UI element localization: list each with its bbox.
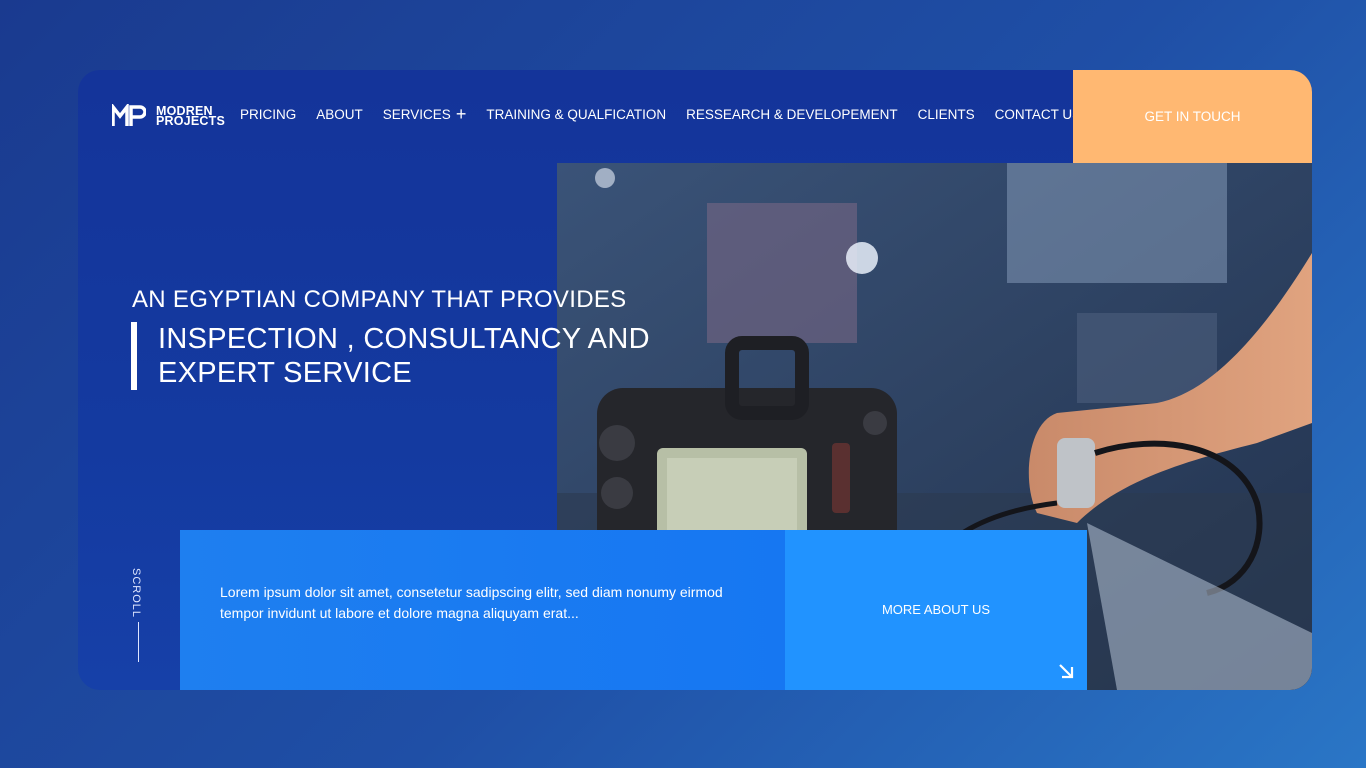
more-about-us-button[interactable]: MORE ABOUT US — [785, 530, 1087, 690]
nav-services-label: SERVICES — [382, 106, 451, 122]
logo-mark-icon — [112, 104, 146, 126]
nav-about-label: ABOUT — [316, 106, 363, 122]
hero-title: INSPECTION , CONSULTANCY AND EXPERT SERV… — [131, 322, 650, 390]
logo-line2: PROJECTS — [156, 114, 225, 128]
more-about-us-label: MORE ABOUT US — [881, 601, 991, 617]
nav-research-label: RESSEARCH & DEVELOPEMENT — [686, 106, 898, 122]
hero-subtitle: AN EGYPTIAN COMPANY THAT PROVIDES — [132, 286, 627, 313]
get-in-touch-label: GET IN TOUCH — [1144, 109, 1241, 124]
hero-title-line1: INSPECTION , CONSULTANCY AND — [158, 323, 650, 355]
nav-services[interactable]: SERVICES + — [382, 104, 467, 124]
nav-research[interactable]: RESSEARCH & DEVELOPEMENT — [686, 107, 898, 122]
nav-clients[interactable]: CLIENTS — [918, 107, 975, 122]
hero-title-line2: EXPERT SERVICE — [158, 357, 413, 389]
nav-pricing-label: PRICING — [240, 106, 297, 122]
intro-panel: Lorem ipsum dolor sit amet, consetetur s… — [180, 530, 785, 690]
nav-training[interactable]: TRAINING & QUALFICATION — [486, 107, 666, 122]
scroll-indicator[interactable]: SCROLL — [130, 568, 142, 618]
logo[interactable]: MODREN PROJECTS — [112, 104, 225, 128]
nav-contact[interactable]: CONTACT US — [995, 107, 1082, 122]
intro-text: Lorem ipsum dolor sit amet, consetetur s… — [220, 584, 723, 621]
nav-contact-label: CONTACT US — [994, 106, 1082, 122]
get-in-touch-button[interactable]: GET IN TOUCH — [1073, 70, 1312, 163]
hero-card: MODREN PROJECTS PRICING ABOUT SERVICES +… — [78, 70, 1312, 690]
main-nav: PRICING ABOUT SERVICES + TRAINING & QUAL… — [240, 104, 1119, 124]
nav-pricing[interactable]: PRICING — [240, 107, 296, 122]
nav-about[interactable]: ABOUT — [316, 107, 363, 122]
plus-icon: + — [455, 104, 467, 124]
arrow-down-right-icon — [1059, 664, 1074, 679]
nav-clients-label: CLIENTS — [917, 106, 975, 122]
nav-training-label: TRAINING & QUALFICATION — [486, 106, 667, 122]
logo-text: MODREN PROJECTS — [156, 105, 225, 128]
scroll-line — [138, 622, 139, 662]
